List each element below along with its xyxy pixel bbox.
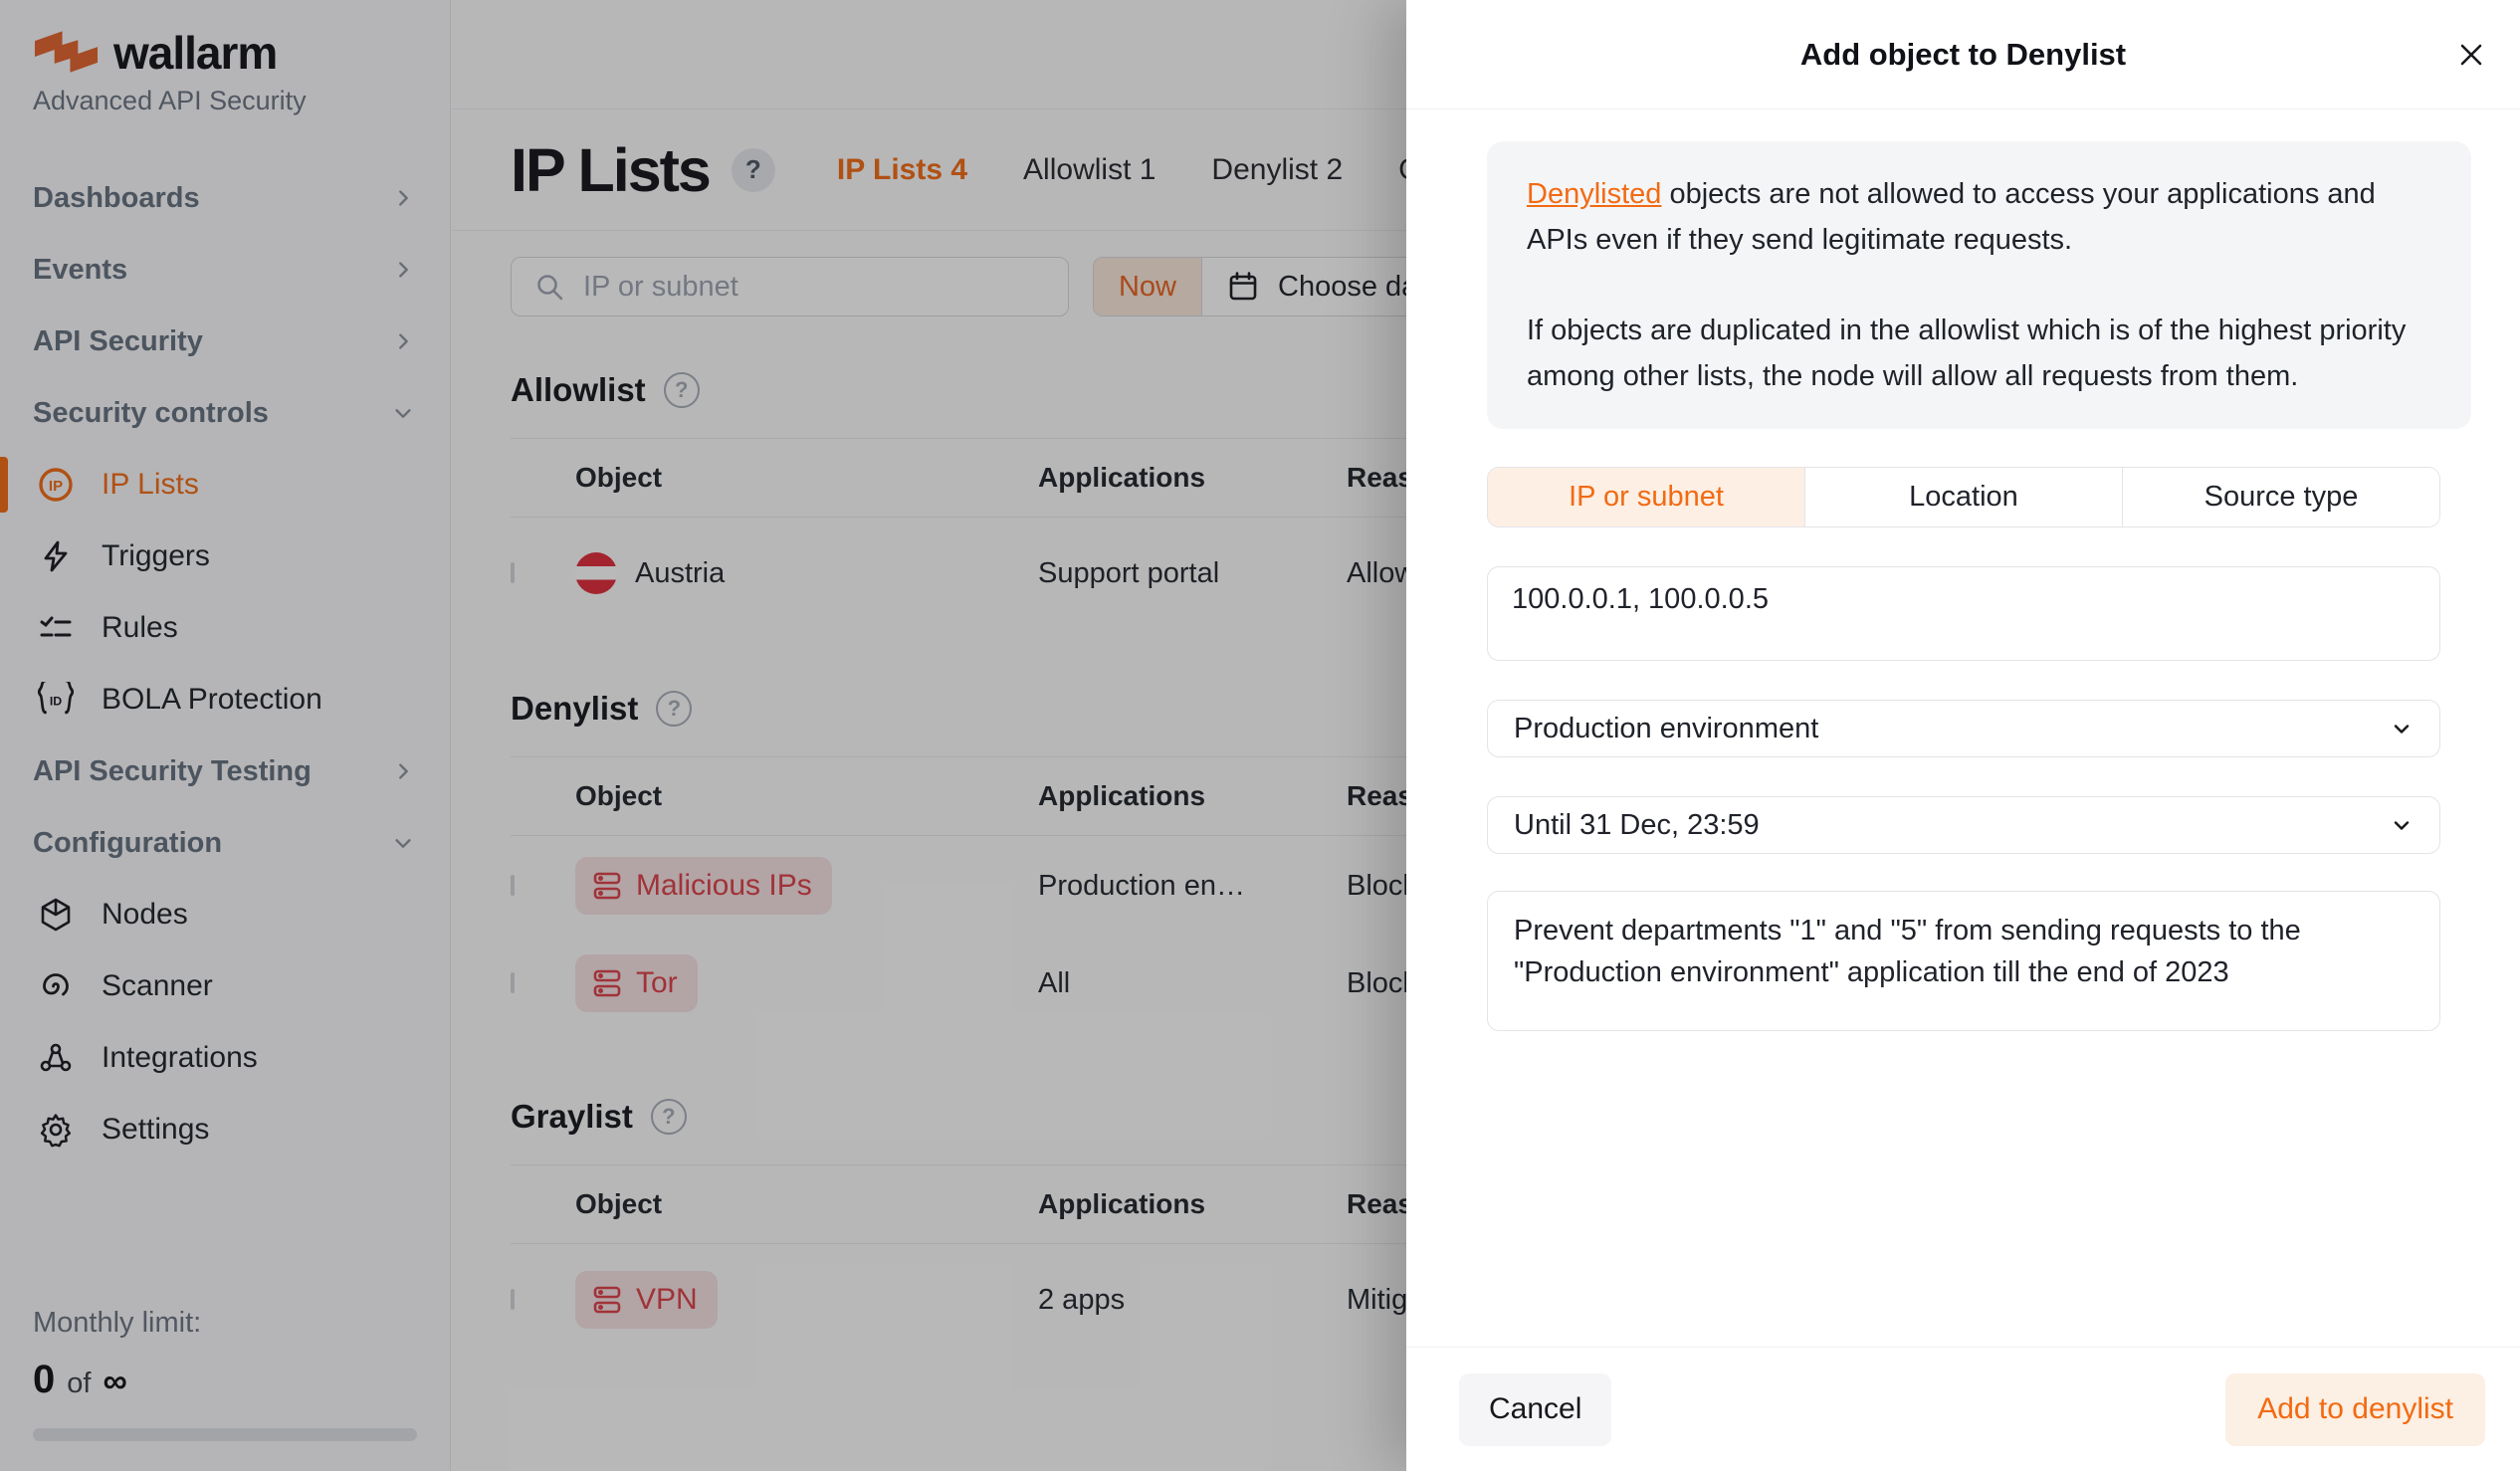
drawer-body: Denylisted objects are not allowed to ac… (1406, 109, 2520, 1031)
until-select-value: Until 31 Dec, 23:59 (1514, 809, 1760, 842)
add-to-denylist-button[interactable]: Add to denylist (2225, 1373, 2485, 1446)
tab-ip-or-subnet[interactable]: IP or subnet (1488, 468, 1804, 526)
app-screen: wallarm Advanced API Security Dashboards… (0, 0, 2520, 1471)
ip-or-subnet-input[interactable]: 100.0.0.1, 100.0.0.5 (1487, 566, 2440, 661)
close-icon[interactable] (2452, 36, 2490, 74)
modal-backdrop[interactable] (0, 0, 1406, 1471)
drawer-title: Add object to Denylist (1800, 37, 2126, 73)
drawer-header: Add object to Denylist (1406, 0, 2520, 109)
info-paragraph-2: If objects are duplicated in the allowli… (1527, 308, 2431, 399)
denylisted-link[interactable]: Denylisted (1527, 178, 1661, 210)
chevron-down-icon (2390, 813, 2414, 837)
add-to-denylist-drawer: Add object to Denylist Denylisted object… (1406, 0, 2520, 1471)
application-select-value: Production environment (1514, 713, 1818, 745)
drawer-footer: Cancel Add to denylist (1406, 1347, 2520, 1471)
application-select[interactable]: Production environment (1487, 700, 2440, 757)
info-paragraph-1: Denylisted objects are not allowed to ac… (1527, 171, 2431, 263)
chevron-down-icon (2390, 717, 2414, 740)
cancel-button[interactable]: Cancel (1459, 1373, 1611, 1446)
object-type-tabs: IP or subnet Location Source type (1487, 467, 2440, 527)
tab-source-type[interactable]: Source type (2122, 468, 2439, 526)
denylist-info-box: Denylisted objects are not allowed to ac… (1487, 141, 2471, 429)
tab-location[interactable]: Location (1804, 468, 2122, 526)
until-select[interactable]: Until 31 Dec, 23:59 (1487, 796, 2440, 854)
description-textarea[interactable]: Prevent departments "1" and "5" from sen… (1487, 891, 2440, 1031)
